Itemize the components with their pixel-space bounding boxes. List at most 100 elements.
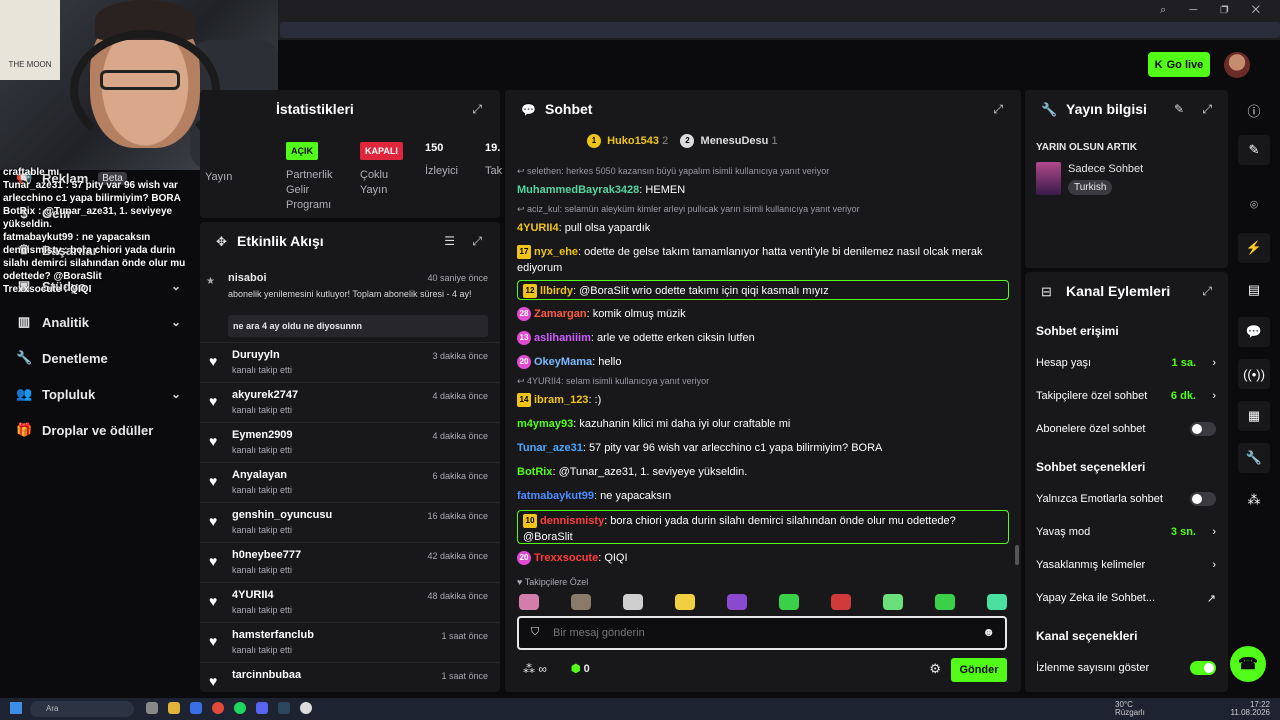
go-live-button[interactable]: K Go live bbox=[1148, 52, 1210, 77]
drag-handle-icon[interactable]: ✥ bbox=[216, 234, 227, 250]
task-view-icon[interactable] bbox=[146, 702, 158, 714]
chat-message[interactable]: MuhammedBayrak3428: HEMEN bbox=[517, 180, 1009, 200]
emote-icon[interactable] bbox=[935, 594, 955, 610]
windows-start-icon[interactable] bbox=[10, 702, 22, 714]
chat-username[interactable]: dennismisty bbox=[540, 515, 604, 527]
emote-icon[interactable] bbox=[727, 594, 747, 610]
chat-message[interactable]: 28 Zamargan: komik olmuş müzik bbox=[517, 304, 1009, 324]
chat-message[interactable]: 20 Trexxsocute: QIQI bbox=[517, 548, 1009, 568]
chat-message[interactable]: Tunar_aze31: 57 pity var 96 wish var arl… bbox=[517, 438, 1009, 458]
emote-icon[interactable] bbox=[831, 594, 851, 610]
account-age-row[interactable]: Hesap yaşı 1 sa. › bbox=[1036, 357, 1216, 369]
chat-username[interactable]: OkeyMama bbox=[534, 356, 592, 368]
chat-input-box[interactable]: ⛉ ☻ bbox=[517, 616, 1007, 650]
channel-points[interactable]: ⬢ 0 bbox=[571, 662, 590, 675]
activity-username[interactable]: Eymen2909 bbox=[232, 429, 293, 441]
chat-message[interactable]: 13 aslihaniiim: arle ve odette erken ciks… bbox=[517, 328, 1009, 348]
subs-chat-toggle[interactable] bbox=[1190, 422, 1216, 436]
chat-icon[interactable]: 💬 bbox=[1238, 317, 1270, 347]
chat-username[interactable]: Tunar_aze31 bbox=[517, 442, 583, 454]
layout-icon[interactable]: ▦ bbox=[1238, 401, 1270, 431]
category-name[interactable]: Sadece Sohbet bbox=[1068, 163, 1143, 175]
chat-username[interactable]: ibram_123 bbox=[534, 394, 588, 406]
followers-chat-row[interactable]: Takipçilere özel sohbet 6 dk. › bbox=[1036, 390, 1216, 402]
spotify-icon[interactable] bbox=[234, 702, 246, 714]
activity-username[interactable]: akyurek2747 bbox=[232, 389, 298, 401]
chat-username[interactable]: nyx_ehe bbox=[534, 246, 578, 258]
chat-message[interactable]: 14 ibram_123: :) bbox=[517, 390, 1009, 410]
folder-icon[interactable] bbox=[168, 702, 180, 714]
chat-username[interactable]: 4YURII4 bbox=[517, 222, 559, 234]
weather-widget[interactable]: 30°C Rüzgarlı bbox=[1115, 701, 1145, 717]
banned-words-row[interactable]: Yasaklanmış kelimeler › bbox=[1036, 559, 1216, 571]
emote-icon[interactable] bbox=[883, 594, 903, 610]
expand-icon[interactable]: ⤢ bbox=[472, 102, 482, 117]
avatar[interactable] bbox=[1224, 52, 1250, 78]
leader-name[interactable]: MenesuDesu bbox=[701, 135, 769, 147]
emotes-only-toggle[interactable] bbox=[1190, 492, 1216, 506]
sidebar-item-droplar[interactable]: 🎁 Droplar ve ödüller bbox=[16, 422, 181, 438]
store-icon[interactable] bbox=[190, 702, 202, 714]
chat-username[interactable]: aslihaniiim bbox=[534, 332, 591, 344]
chat-username[interactable]: MuhammedBayrak3428 bbox=[517, 184, 639, 196]
chat-message[interactable]: 17 nyx_ehe: odette de gelse takım tamamla… bbox=[517, 242, 1009, 276]
slow-mode-row[interactable]: Yavaş mod 3 sn. › bbox=[1036, 526, 1216, 538]
wrench-icon[interactable]: 🔧 bbox=[1238, 443, 1270, 473]
emote-icon[interactable] bbox=[519, 594, 539, 610]
obs-icon[interactable] bbox=[300, 702, 312, 714]
chat-message[interactable]: 20 OkeyMama: hello bbox=[517, 352, 1009, 372]
filter-icon[interactable]: ☰ bbox=[444, 234, 455, 248]
chat-username[interactable]: m4ymay93 bbox=[517, 418, 573, 430]
chat-username[interactable]: BotRix bbox=[517, 466, 552, 478]
document-icon[interactable]: ▤ bbox=[1238, 275, 1270, 305]
expand-icon[interactable]: ⤢ bbox=[472, 234, 482, 249]
chat-message[interactable]: BotRix: @Tunar_aze31, 1. seviyeye yüksel… bbox=[517, 462, 1009, 482]
emote-icon[interactable] bbox=[571, 594, 591, 610]
scrollbar[interactable] bbox=[1015, 545, 1019, 565]
window-controls[interactable]: ⌕ ─ ❐ ✕ bbox=[1160, 4, 1270, 17]
activity-username[interactable]: genshin_oyuncusu bbox=[232, 509, 332, 521]
activity-username[interactable]: 4YURII4 bbox=[232, 589, 274, 601]
dots-icon[interactable]: ⁂ bbox=[1238, 485, 1270, 515]
discord-icon[interactable] bbox=[256, 702, 268, 714]
leader-name[interactable]: Huko1543 bbox=[607, 135, 659, 147]
expand-icon[interactable]: ⤢ bbox=[1202, 102, 1212, 117]
lightning-icon[interactable]: ⚡ bbox=[1238, 233, 1270, 263]
activity-username[interactable]: h0neybee777 bbox=[232, 549, 301, 561]
address-bar[interactable] bbox=[280, 22, 1280, 38]
gear-icon[interactable]: ⚙ bbox=[929, 661, 941, 677]
send-button[interactable]: Gönder bbox=[951, 658, 1007, 682]
activity-username[interactable]: tarcinnbubaa bbox=[232, 669, 301, 681]
broadcast-icon[interactable]: ((•)) bbox=[1238, 359, 1270, 389]
emote-icon[interactable] bbox=[779, 594, 799, 610]
sidebar-item-denetleme[interactable]: 🔧 Denetleme bbox=[16, 350, 181, 366]
activity-username[interactable]: Duruyyln bbox=[232, 349, 280, 361]
taskbar-search[interactable]: Ara bbox=[30, 701, 134, 717]
chat-message[interactable]: 12 llbirdy: @BoraSlit wrio odette takımı … bbox=[517, 280, 1009, 300]
steam-icon[interactable] bbox=[278, 702, 290, 714]
browser-icon[interactable] bbox=[212, 702, 224, 714]
show-viewers-toggle[interactable] bbox=[1190, 661, 1216, 675]
activity-username[interactable]: Anyalayan bbox=[232, 469, 287, 481]
expand-icon[interactable]: ⤢ bbox=[1202, 284, 1212, 299]
camera-icon[interactable]: ⌾ bbox=[1238, 190, 1270, 220]
chat-message[interactable]: m4ymay93: kazuhanin kilici mi daha iyi o… bbox=[517, 414, 1009, 434]
chat-username[interactable]: llbirdy bbox=[540, 285, 573, 297]
emoji-icon[interactable]: ☻ bbox=[982, 625, 995, 639]
chat-message[interactable]: 4YURII4: pull olsa yapardık bbox=[517, 218, 1009, 238]
chat-message[interactable]: fatmabaykut99: ne yapacaksın bbox=[517, 486, 1009, 506]
emote-icon[interactable] bbox=[675, 594, 695, 610]
sidebar-item-topluluk[interactable]: 👥 Topluluk ⌄ bbox=[16, 386, 181, 402]
moderator-tools-icon[interactable]: ⁂ ∞ bbox=[523, 662, 547, 676]
chat-message[interactable]: 10 dennismisty: bora chiori yada durin si… bbox=[517, 510, 1009, 544]
chat-username[interactable]: fatmabaykut99 bbox=[517, 490, 594, 502]
emote-icon[interactable] bbox=[987, 594, 1007, 610]
pencil-icon[interactable]: ✎ bbox=[1238, 135, 1270, 165]
clock[interactable]: 17:22 11.08.2026 bbox=[1231, 701, 1270, 717]
chat-username[interactable]: Zamargan bbox=[534, 308, 587, 320]
chat-username[interactable]: Trexxsocute bbox=[534, 552, 598, 564]
emote-icon[interactable] bbox=[623, 594, 643, 610]
ai-chat-row[interactable]: Yapay Zeka ile Sohbet... ↗ bbox=[1036, 592, 1216, 605]
help-button[interactable]: ☎ bbox=[1230, 646, 1266, 682]
edit-icon[interactable]: ✎ bbox=[1174, 102, 1184, 116]
